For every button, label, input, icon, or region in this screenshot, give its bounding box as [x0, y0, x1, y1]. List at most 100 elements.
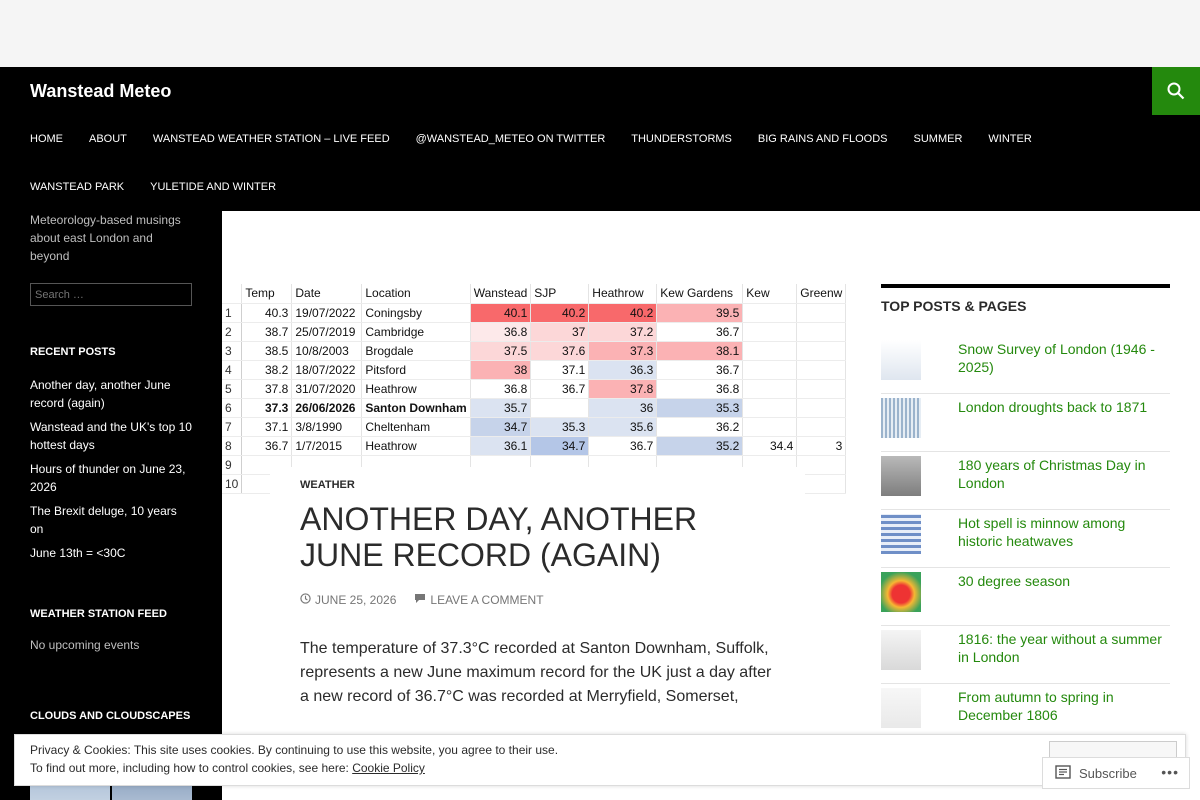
table-cell [530, 398, 590, 418]
recent-posts-title: RECENT POSTS [30, 346, 116, 358]
table-row: 3 38.5 10/8/2003 Brogdale 37.5 37.6 37.3 38.1 [222, 341, 847, 361]
top-post-thumbnail[interactable] [881, 572, 921, 612]
nav-item[interactable]: ABOUT [89, 115, 127, 163]
search-input[interactable] [30, 283, 192, 306]
post-title[interactable]: ANOTHER DAY, ANOTHER JUNE RECORD (AGAIN) [300, 501, 775, 573]
top-post-link[interactable]: 30 degree season [958, 572, 1070, 590]
top-posts-title: TOP POSTS & PAGES [881, 284, 1170, 314]
site-title[interactable]: Wanstead Meteo [30, 81, 171, 101]
primary-nav: HOME ABOUT WANSTEAD WEATHER STATION – LIVE… [30, 115, 1170, 211]
nav-item[interactable]: HOME [30, 115, 63, 163]
top-post-thumbnail[interactable] [881, 456, 921, 496]
table-cell: 1/7/2015 [291, 436, 363, 456]
table-header-cell: Greenw [796, 284, 847, 304]
table-cell: 37.8 [241, 379, 293, 399]
top-post-thumbnail[interactable] [881, 514, 921, 554]
table-cell: 7 [222, 417, 243, 437]
table-row: 6 37.3 26/06/2026 Santon Downham 35.7 36 35.3 [222, 398, 847, 418]
recent-post-link[interactable]: Another day, another June record (again) [30, 376, 192, 412]
table-cell: 37.1 [241, 417, 293, 437]
leave-comment-link[interactable]: LEAVE A COMMENT [414, 593, 544, 607]
top-post-thumbnail[interactable] [881, 630, 921, 670]
recent-post-link[interactable]: Wanstead and the UK's top 10 hottest day… [30, 418, 192, 454]
top-post-link[interactable]: 180 years of Christmas Day in London [958, 456, 1170, 492]
table-cell [742, 360, 798, 380]
top-post-link[interactable]: London droughts back to 1871 [958, 398, 1147, 416]
table-cell: 40.3 [241, 303, 293, 323]
recent-post-link[interactable]: The Brexit deluge, 10 years on [30, 502, 192, 538]
search-toggle[interactable] [1152, 67, 1200, 115]
post-date-wrap[interactable]: JUNE 25, 2026 [300, 593, 396, 607]
top-post-item[interactable]: 1816: the year without a summer in Londo… [881, 626, 1170, 684]
nav-item[interactable]: WANSTEAD WEATHER STATION – LIVE FEED [153, 115, 390, 163]
table-cell: Santon Downham [361, 398, 471, 418]
table-cell: 36.3 [588, 360, 658, 380]
table-cell: Pitsford [361, 360, 471, 380]
top-post-item[interactable]: London droughts back to 1871 [881, 394, 1170, 452]
table-header-cell: Heathrow [588, 284, 658, 304]
cookie-policy-link[interactable]: Cookie Policy [352, 761, 425, 775]
more-options-icon[interactable]: ••• [1161, 764, 1179, 780]
table-cell [742, 379, 798, 399]
nav-item[interactable]: @WANSTEAD_METEO ON TWITTER [416, 115, 606, 163]
weather-station-title: WEATHER STATION FEED [30, 608, 167, 620]
cookie-banner: Privacy & Cookies: This site uses cookie… [14, 734, 1186, 786]
table-header-cell: Wanstead [470, 284, 532, 304]
site-tagline: Meteorology-based musings about east Lon… [30, 213, 181, 263]
table-cell [742, 417, 798, 437]
top-post-thumbnail[interactable] [881, 688, 921, 728]
table-cell [742, 341, 798, 361]
table-cell: Heathrow [361, 379, 471, 399]
table-cell: 36 [588, 398, 658, 418]
table-cell: 36.2 [656, 417, 744, 437]
table-cell: 2 [222, 322, 243, 342]
nav-item[interactable]: YULETIDE AND WINTER [150, 163, 276, 211]
table-cell: 3/8/1990 [291, 417, 363, 437]
nav-item[interactable]: THUNDERSTORMS [631, 115, 732, 163]
left-sidebar: Meteorology-based musings about east Lon… [0, 211, 222, 800]
table-row: 7 37.1 3/8/1990 Cheltenham 34.7 35.3 35.6 36.2 [222, 417, 847, 437]
top-post-item[interactable]: 30 degree season [881, 568, 1170, 626]
table-cell: 40.1 [470, 303, 532, 323]
table-cell: 36.7 [588, 436, 658, 456]
top-post-link[interactable]: Snow Survey of London (1946 - 2025) [958, 340, 1170, 376]
nav-item[interactable]: WINTER [988, 115, 1031, 163]
recent-post-link[interactable]: Hours of thunder on June 23, 2026 [30, 460, 192, 496]
clock-icon [300, 593, 311, 607]
table-cell [796, 398, 847, 418]
top-post-item[interactable]: Snow Survey of London (1946 - 2025) [881, 336, 1170, 394]
top-post-thumbnail[interactable] [881, 340, 921, 380]
table-cell: 36.7 [241, 436, 293, 456]
nav-item[interactable]: BIG RAINS AND FLOODS [758, 115, 888, 163]
table-cell: 10/8/2003 [291, 341, 363, 361]
top-post-link[interactable]: 1816: the year without a summer in Londo… [958, 630, 1170, 666]
table-cell: 25/07/2019 [291, 322, 363, 342]
subscribe-button[interactable]: Subscribe ••• [1042, 757, 1190, 789]
nav-item[interactable]: WANSTEAD PARK [30, 163, 124, 211]
top-post-thumbnail[interactable] [881, 398, 921, 438]
table-cell: 35.7 [470, 398, 532, 418]
recent-post-link[interactable]: June 13th = <30C [30, 544, 192, 562]
table-cell: 36.8 [470, 379, 532, 399]
post-category[interactable]: WEATHER [300, 479, 775, 491]
top-post-item[interactable]: 180 years of Christmas Day in London [881, 452, 1170, 510]
table-cell: 8 [222, 436, 243, 456]
nav-item[interactable]: SUMMER [914, 115, 963, 163]
table-header-cell: Temp [241, 284, 293, 304]
table-cell: Heathrow [361, 436, 471, 456]
post-date: JUNE 25, 2026 [315, 593, 397, 607]
table-row: 5 37.8 31/07/2020 Heathrow 36.8 36.7 37.8 36.8 [222, 379, 847, 399]
table-header-cell: Location [361, 284, 471, 304]
top-post-link[interactable]: Hot spell is minnow among historic heatw… [958, 514, 1170, 550]
table-cell: 9 [222, 455, 243, 475]
top-post-link[interactable]: From autumn to spring in December 1806 [958, 688, 1170, 724]
top-post-item[interactable]: Hot spell is minnow among historic heatw… [881, 510, 1170, 568]
table-cell [796, 379, 847, 399]
table-row: 8 36.7 1/7/2015 Heathrow 36.1 34.7 36.7 35.2 34.… [222, 436, 847, 456]
table-cell: 35.2 [656, 436, 744, 456]
main-content: Temp Date Location Wanstead SJP Heathrow Kew G… [222, 211, 1200, 800]
masthead: Wanstead Meteo HOME ABOUT WANSTEAD WEATHER… [0, 67, 1200, 211]
table-cell: 37 [530, 322, 590, 342]
table-cell: Cheltenham [361, 417, 471, 437]
table-row: 4 38.2 18/07/2022 Pitsford 38 37.1 36.3 36.7 [222, 360, 847, 380]
